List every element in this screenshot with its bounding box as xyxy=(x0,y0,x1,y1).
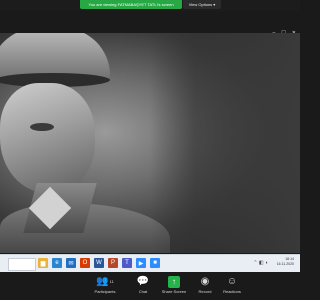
edge-icon[interactable]: e xyxy=(52,258,62,268)
meeting-toolbar: 👥11 Participants 💬 Chat ↑ Share Screen ◉… xyxy=(0,272,300,300)
powerpoint-icon[interactable]: P xyxy=(108,258,118,268)
photo-eye xyxy=(30,123,54,131)
taskbar-clock[interactable]: 18:14 16.11.2020 xyxy=(277,257,294,267)
screen-share-indicator: You are viewing FATMABAŞYET TATLI's scre… xyxy=(80,0,182,9)
photo-face xyxy=(0,83,95,193)
view-options-button[interactable]: View Options ▾ xyxy=(183,0,221,9)
system-tray-icons[interactable]: ⌃ ◧ ◖ xyxy=(253,260,268,266)
zoom-meeting-icon[interactable]: ■ xyxy=(150,258,160,268)
shared-screen-video xyxy=(0,33,300,253)
file-explorer-icon[interactable]: ▆ xyxy=(38,258,48,268)
taskbar-date: 16.11.2020 xyxy=(276,262,294,266)
shared-window-titlebar xyxy=(0,11,300,33)
participants-icon: 👥11 xyxy=(96,276,114,287)
word-icon[interactable]: W xyxy=(94,258,104,268)
zoom-icon[interactable]: ▶ xyxy=(136,258,146,268)
reactions-label: Reactions xyxy=(223,289,241,294)
taskbar-app-icons: ▆ e ✉ O W P T ▶ ■ xyxy=(38,258,160,268)
participants-label: Participants xyxy=(94,289,116,294)
reactions-icon: ☺ xyxy=(226,276,238,287)
participants-count: 11 xyxy=(109,279,114,284)
teams-icon[interactable]: T xyxy=(122,258,132,268)
photo-background xyxy=(150,33,300,253)
mail-icon[interactable]: ✉ xyxy=(66,258,76,268)
reactions-button[interactable]: ☺ Reactions xyxy=(212,275,252,295)
office-icon[interactable]: O xyxy=(80,258,90,268)
participants-button[interactable]: 👥11 Participants xyxy=(85,275,125,295)
taskbar-search-box[interactable] xyxy=(8,258,36,271)
windows-taskbar: ▆ e ✉ O W P T ▶ ■ ⌃ ◧ ◖ 18:14 16.11.2020 xyxy=(0,254,300,272)
